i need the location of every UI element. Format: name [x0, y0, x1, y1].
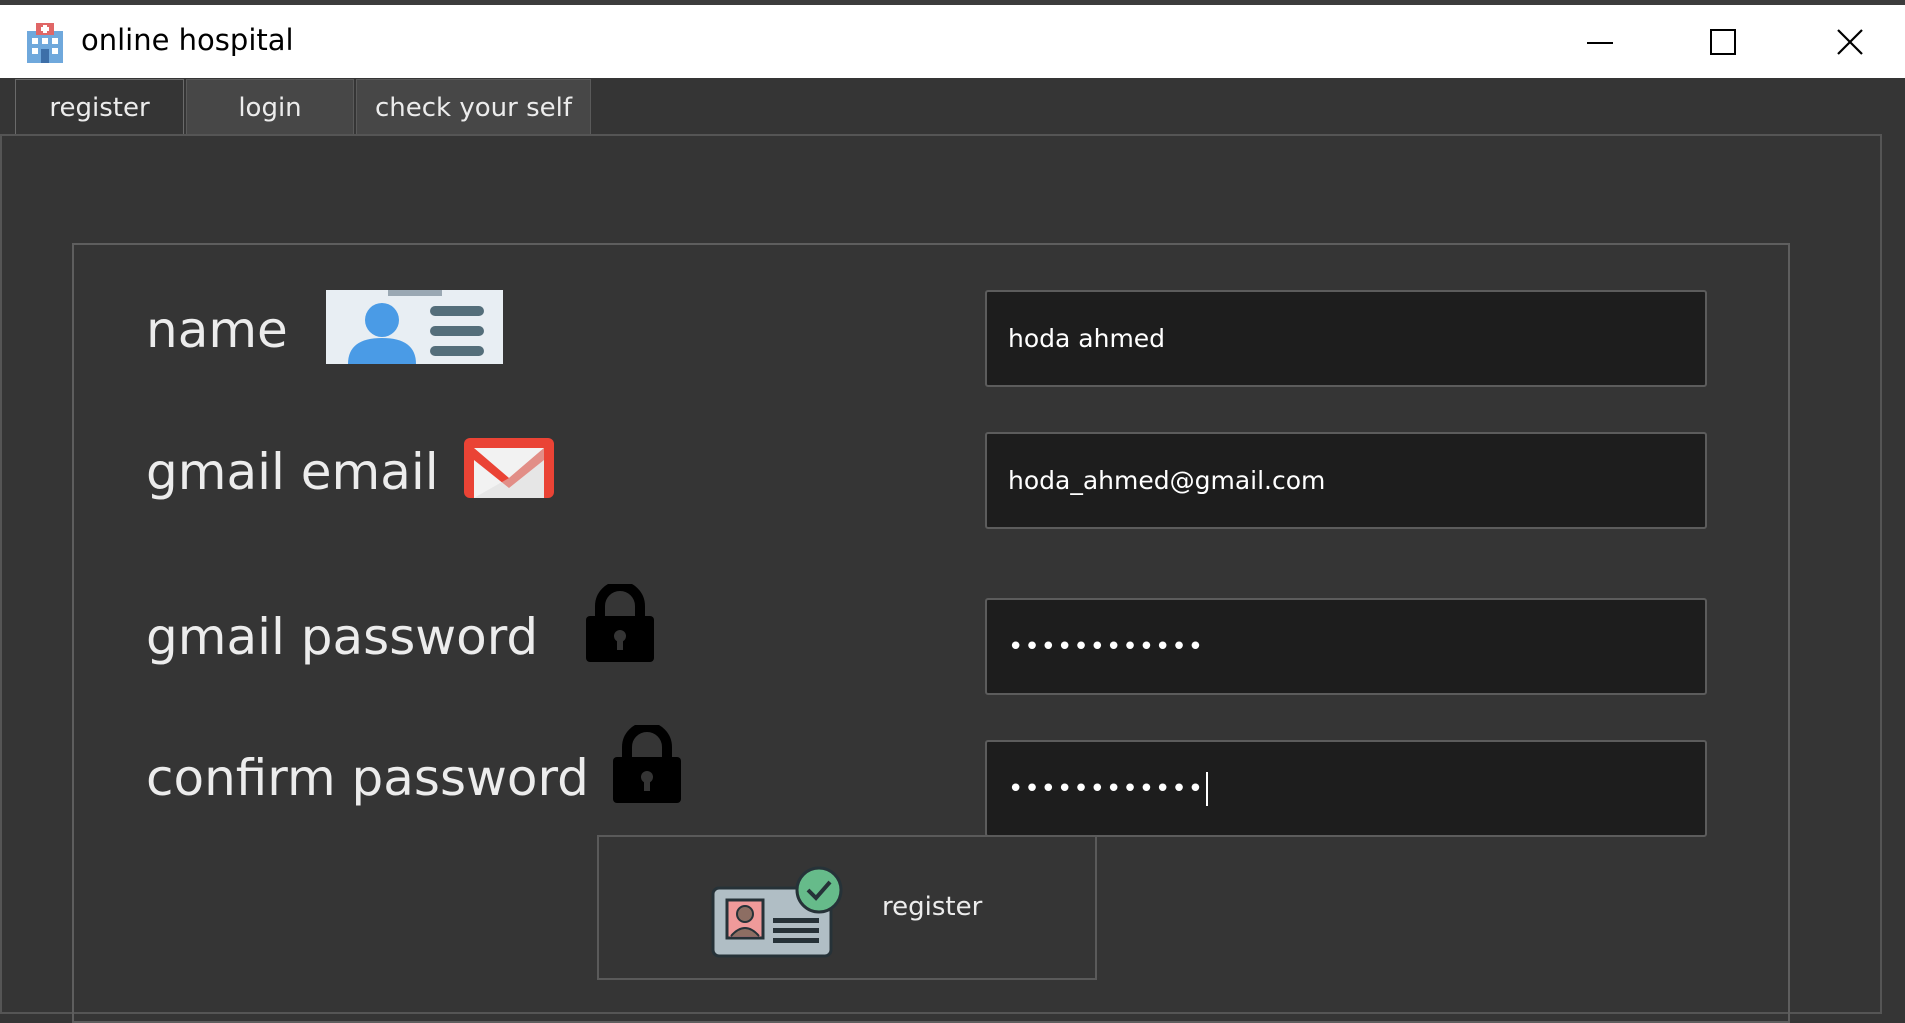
confirm-password-value: ••••••••••••	[1008, 773, 1205, 804]
lock-icon	[586, 581, 654, 666]
registration-card-icon	[711, 862, 851, 966]
name-label: name	[146, 301, 288, 359]
close-button[interactable]	[1790, 5, 1905, 78]
window-title: online hospital	[81, 23, 294, 57]
gmail-icon	[464, 438, 554, 502]
maximize-button[interactable]	[1663, 5, 1783, 78]
password-input[interactable]: ••••••••••••	[985, 598, 1707, 695]
password-label: gmail password	[146, 608, 539, 666]
hospital-icon	[22, 21, 68, 65]
register-button[interactable]: register	[597, 835, 1097, 980]
text-caret	[1206, 771, 1209, 806]
email-label: gmail email	[146, 443, 439, 501]
tab-register[interactable]: register	[15, 79, 184, 135]
register-button-label: register	[882, 892, 983, 922]
id-card-icon	[326, 290, 503, 368]
name-input[interactable]: hoda ahmed	[985, 290, 1707, 387]
tab-check-your-self[interactable]: check your self	[356, 79, 591, 135]
confirm-password-input[interactable]: ••••••••••••	[985, 740, 1707, 837]
title-bar[interactable]: online hospital	[0, 5, 1905, 78]
maximize-icon	[1708, 27, 1738, 57]
close-icon	[1835, 27, 1865, 57]
lock-icon	[613, 722, 681, 807]
tab-login[interactable]: login	[186, 79, 354, 135]
confirm-password-label: confirm password	[146, 749, 589, 807]
minimize-button[interactable]	[1540, 5, 1660, 78]
email-input[interactable]: hoda_ahmed@gmail.com	[985, 432, 1707, 529]
minimize-icon	[1585, 27, 1615, 57]
